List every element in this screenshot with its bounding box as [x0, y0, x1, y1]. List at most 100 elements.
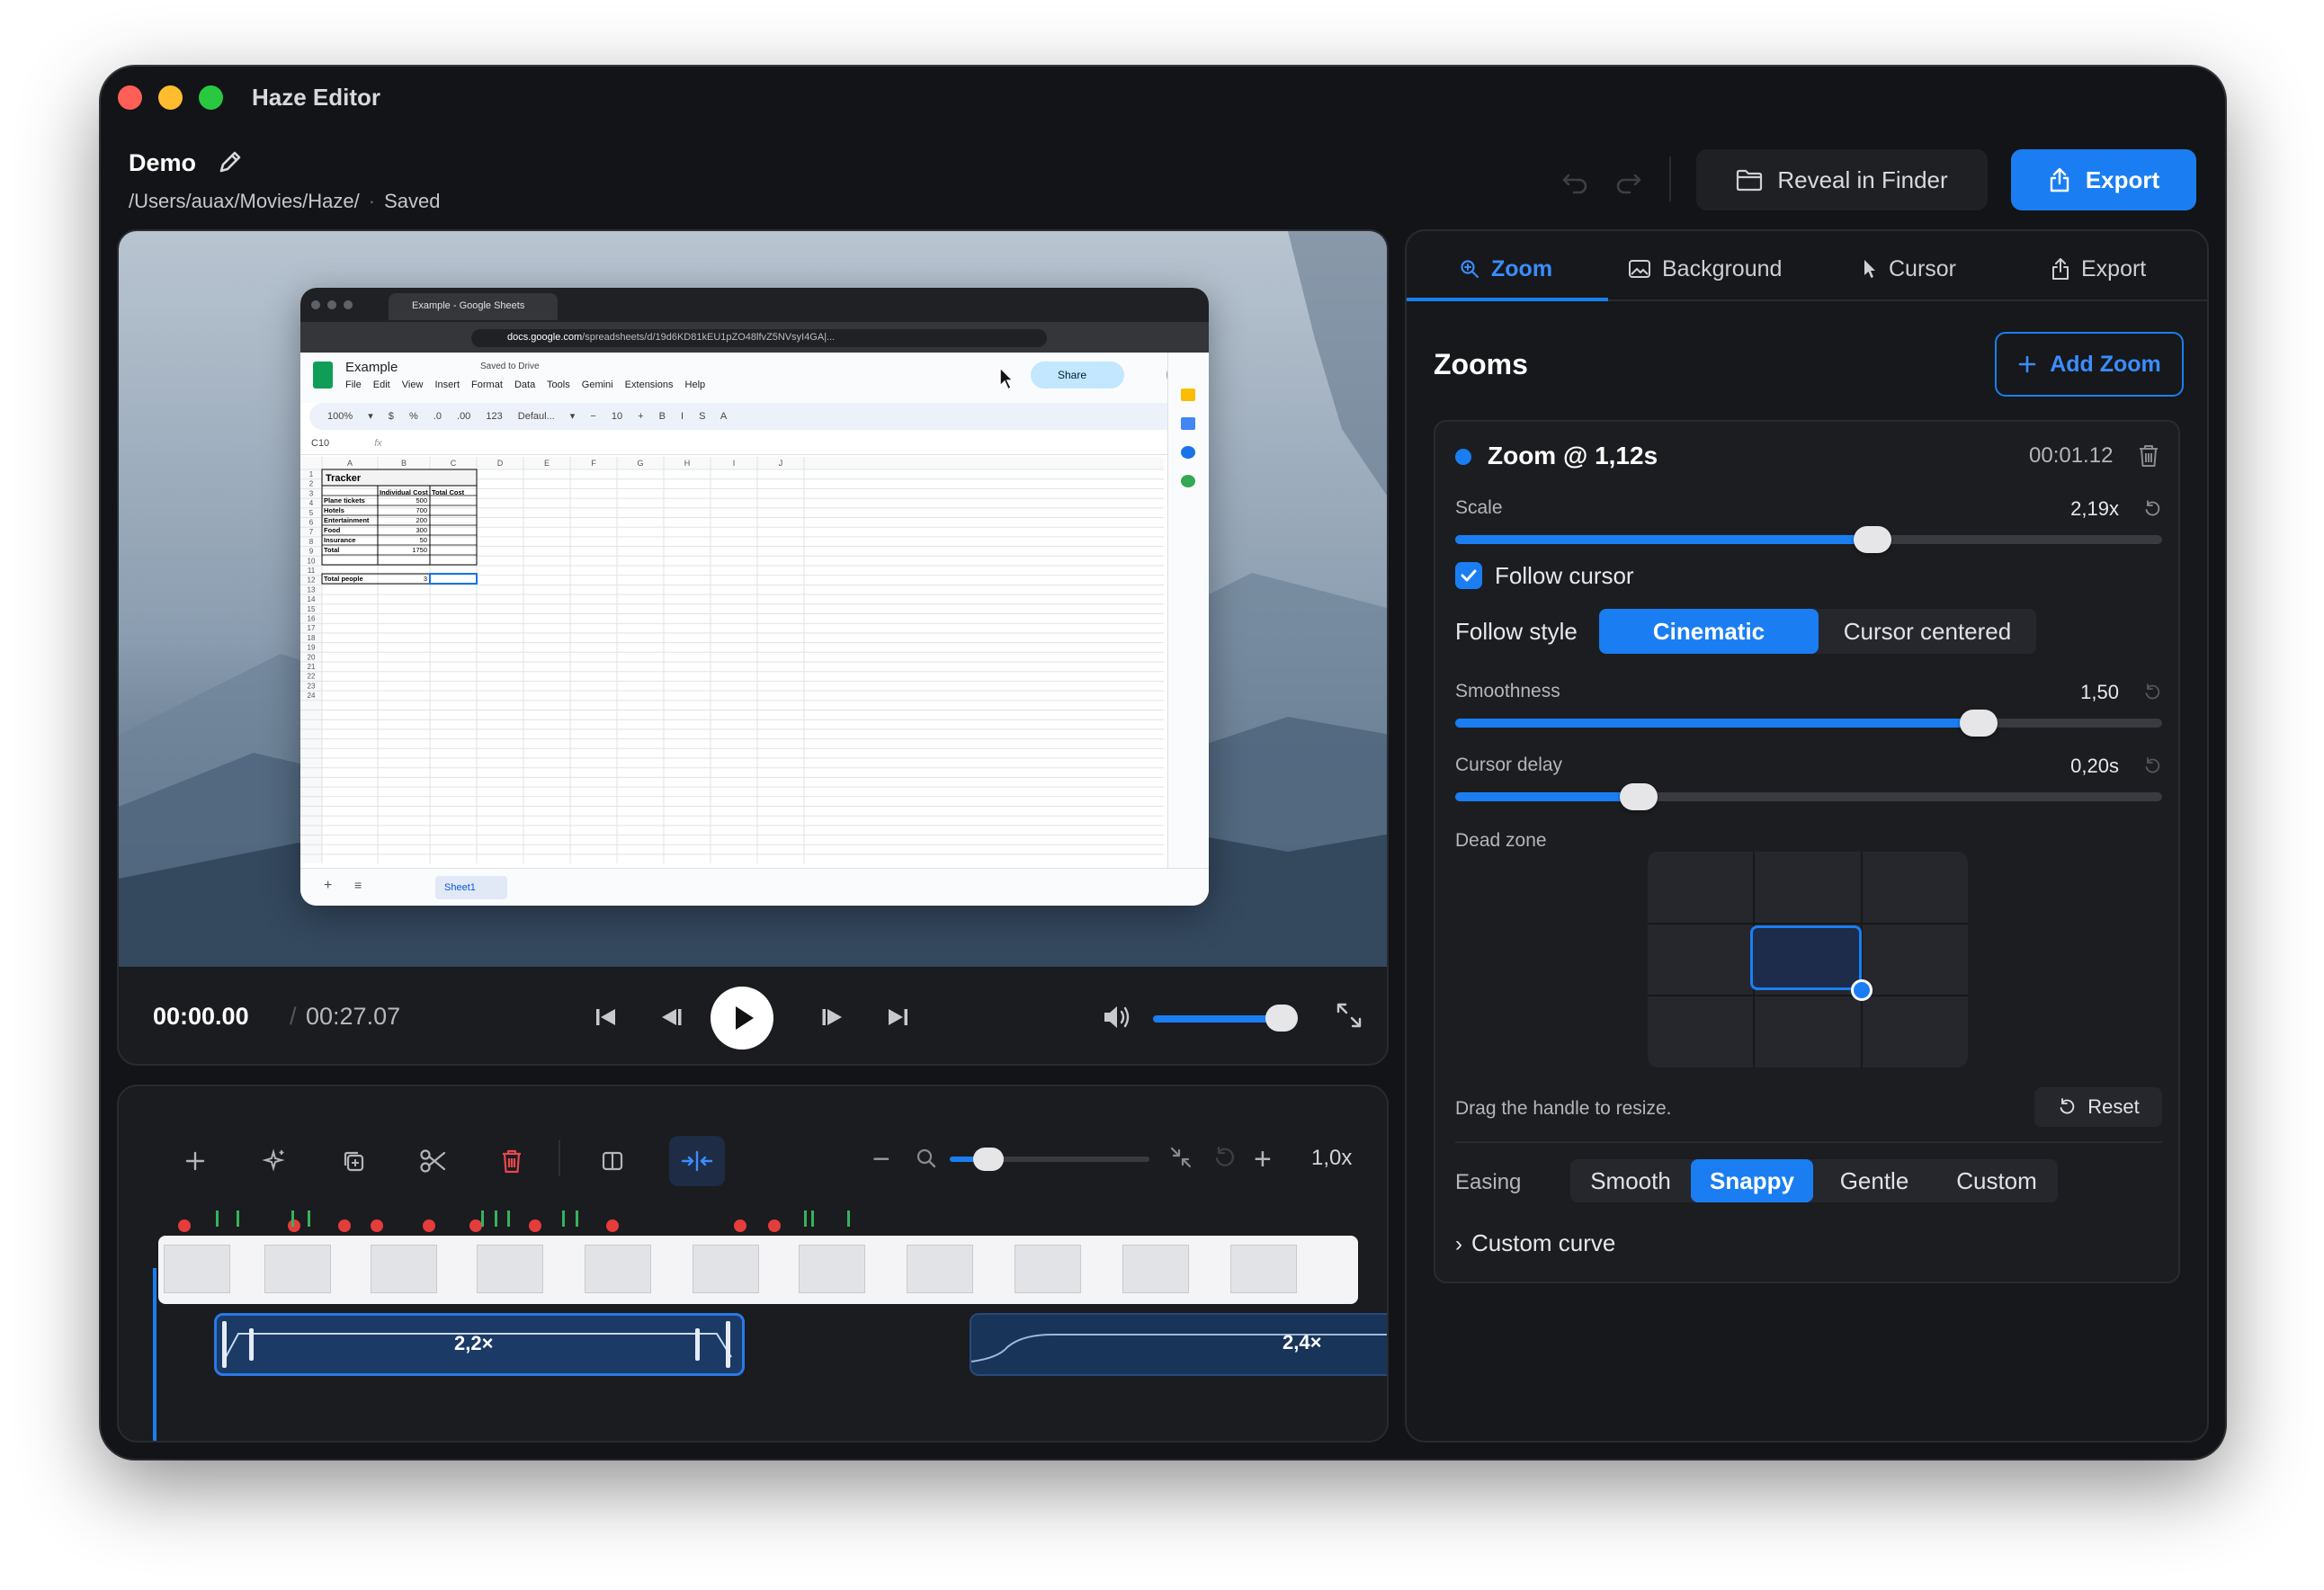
dead-zone-editor[interactable]: [1648, 852, 1968, 1067]
zoom-time: 00:01.12: [2029, 443, 2114, 468]
play-button[interactable]: [711, 987, 773, 1050]
easing-gentle[interactable]: Gentle: [1813, 1159, 1935, 1202]
edit-name-icon[interactable]: [216, 147, 245, 176]
cursor-delay-value: 0,20s: [2070, 755, 2119, 777]
column-header: H: [684, 459, 691, 468]
scale-label: Scale: [1455, 497, 1503, 518]
easing-smooth[interactable]: Smooth: [1570, 1159, 1691, 1202]
zoom-clip-label: 2,4×: [1283, 1331, 1322, 1353]
delete-zoom-icon[interactable]: [2135, 442, 2162, 469]
row-header: 15: [308, 605, 316, 613]
undo-button[interactable]: [1558, 163, 1594, 199]
add-zoom-button[interactable]: Add Zoom: [1995, 332, 2184, 397]
keystroke-tick: [847, 1210, 850, 1227]
click-marker: [606, 1219, 619, 1232]
follow-style-cursor-centered[interactable]: Cursor centered: [1819, 609, 2036, 654]
delete-button[interactable]: [489, 1139, 534, 1184]
total-people-value: 3: [424, 575, 427, 583]
preview-canvas[interactable]: Example - Google Sheets docs.google.com/…: [119, 231, 1387, 967]
volume-icon[interactable]: [1101, 1001, 1137, 1033]
column-header: I: [733, 459, 736, 468]
keystroke-tick: [481, 1210, 484, 1227]
volume-thumb[interactable]: [1265, 1005, 1298, 1032]
fit-timeline-icon[interactable]: [1167, 1144, 1194, 1171]
all-sheets-icon: ≡: [354, 878, 362, 892]
zoom-window-button[interactable]: [199, 85, 223, 110]
reset-zoom-icon[interactable]: [1211, 1144, 1238, 1171]
playhead[interactable]: [153, 1268, 156, 1441]
row-header: 17: [308, 624, 316, 632]
sheets-footer: + ≡ Sheet1: [300, 868, 1209, 906]
redo-button[interactable]: [1610, 163, 1646, 199]
dead-zone-resize-handle[interactable]: [1851, 979, 1873, 1001]
scale-thumb[interactable]: [1853, 526, 1891, 553]
video-preview: Example - Google Sheets docs.google.com/…: [117, 229, 1389, 1066]
sidebar-icon: [602, 1151, 623, 1171]
pointer-icon: [1864, 260, 1875, 278]
volume-slider[interactable]: [1153, 1015, 1281, 1023]
row-header: 14: [308, 595, 316, 603]
reset-cursor-delay-icon[interactable]: [2142, 756, 2162, 776]
clip-thumbnail: [1230, 1245, 1297, 1293]
split-button[interactable]: [410, 1139, 455, 1184]
add-clip-button[interactable]: [173, 1139, 218, 1184]
column-header: E: [544, 459, 550, 468]
easing-snappy[interactable]: Snappy: [1691, 1159, 1813, 1202]
clip-thumbnail: [1015, 1245, 1081, 1293]
clip-thumbnail: [799, 1245, 865, 1293]
sheet1-tab: Sheet1: [435, 876, 507, 899]
column-header: J: [779, 459, 783, 468]
snap-button[interactable]: [669, 1136, 725, 1186]
duplicate-button[interactable]: [331, 1139, 376, 1184]
reveal-in-finder-button[interactable]: Reveal in Finder: [1696, 149, 1988, 210]
timeline-zoom-out-button[interactable]: −: [872, 1144, 890, 1175]
snap-icon: [681, 1150, 713, 1172]
skip-to-end-button[interactable]: [881, 1001, 914, 1033]
checkmark-icon: [1461, 569, 1477, 582]
smoothness-thumb[interactable]: [1959, 710, 1998, 737]
fullscreen-button[interactable]: [1333, 999, 1365, 1032]
dead-zone-box[interactable]: [1750, 925, 1862, 990]
header-divider: [1669, 156, 1671, 201]
row-header: 9: [309, 548, 314, 556]
trash-icon: [503, 1149, 521, 1174]
row-value: 300: [416, 526, 427, 534]
timeline-zoom-in-button[interactable]: +: [1254, 1142, 1272, 1177]
easing-custom[interactable]: Custom: [1935, 1159, 2058, 1202]
close-window-button[interactable]: [118, 85, 142, 110]
reset-dead-zone-button[interactable]: Reset: [2034, 1087, 2162, 1127]
step-forward-button[interactable]: [817, 1001, 849, 1033]
video-clip-track[interactable]: [158, 1236, 1358, 1304]
add-zoom-label: Add Zoom: [2050, 351, 2161, 377]
tab-export[interactable]: Export: [2051, 251, 2146, 287]
tab-zoom[interactable]: Zoom: [1459, 251, 1552, 287]
skip-to-start-button[interactable]: [590, 1001, 622, 1033]
split-view-button[interactable]: [590, 1139, 635, 1184]
tab-cursor[interactable]: Cursor: [1862, 251, 1956, 287]
custom-curve-disclosure[interactable]: › Custom curve: [1455, 1229, 1615, 1257]
step-back-button[interactable]: [655, 1001, 687, 1033]
chevron-right-icon: ›: [1455, 1232, 1462, 1256]
column-header: D: [497, 459, 504, 468]
minimize-window-button[interactable]: [158, 85, 183, 110]
zoom-clip[interactable]: 2,2×: [214, 1313, 745, 1376]
path-dot: ·: [368, 190, 376, 212]
app-title: Haze Editor: [252, 84, 381, 111]
row-header: 21: [308, 663, 316, 671]
export-button[interactable]: Export: [2011, 149, 2196, 210]
reset-scale-icon[interactable]: [2142, 499, 2162, 519]
click-marker: [178, 1219, 191, 1232]
follow-style-cinematic[interactable]: Cinematic: [1599, 609, 1819, 654]
row-label: Hotels: [324, 506, 344, 514]
tab-background[interactable]: Background: [1628, 251, 1782, 287]
timeline-zoom-thumb[interactable]: [973, 1148, 1004, 1171]
row-value: 700: [416, 506, 427, 514]
follow-cursor-checkbox[interactable]: [1455, 562, 1482, 589]
zoom-clip[interactable]: 2,4×: [970, 1313, 1387, 1376]
reset-smoothness-icon[interactable]: [2142, 683, 2162, 702]
clip-thumbnail: [371, 1245, 437, 1293]
click-marker: [529, 1219, 541, 1232]
recorded-cursor-icon: [999, 366, 1015, 391]
cursor-delay-thumb[interactable]: [1620, 783, 1658, 810]
auto-zoom-button[interactable]: [252, 1139, 297, 1184]
